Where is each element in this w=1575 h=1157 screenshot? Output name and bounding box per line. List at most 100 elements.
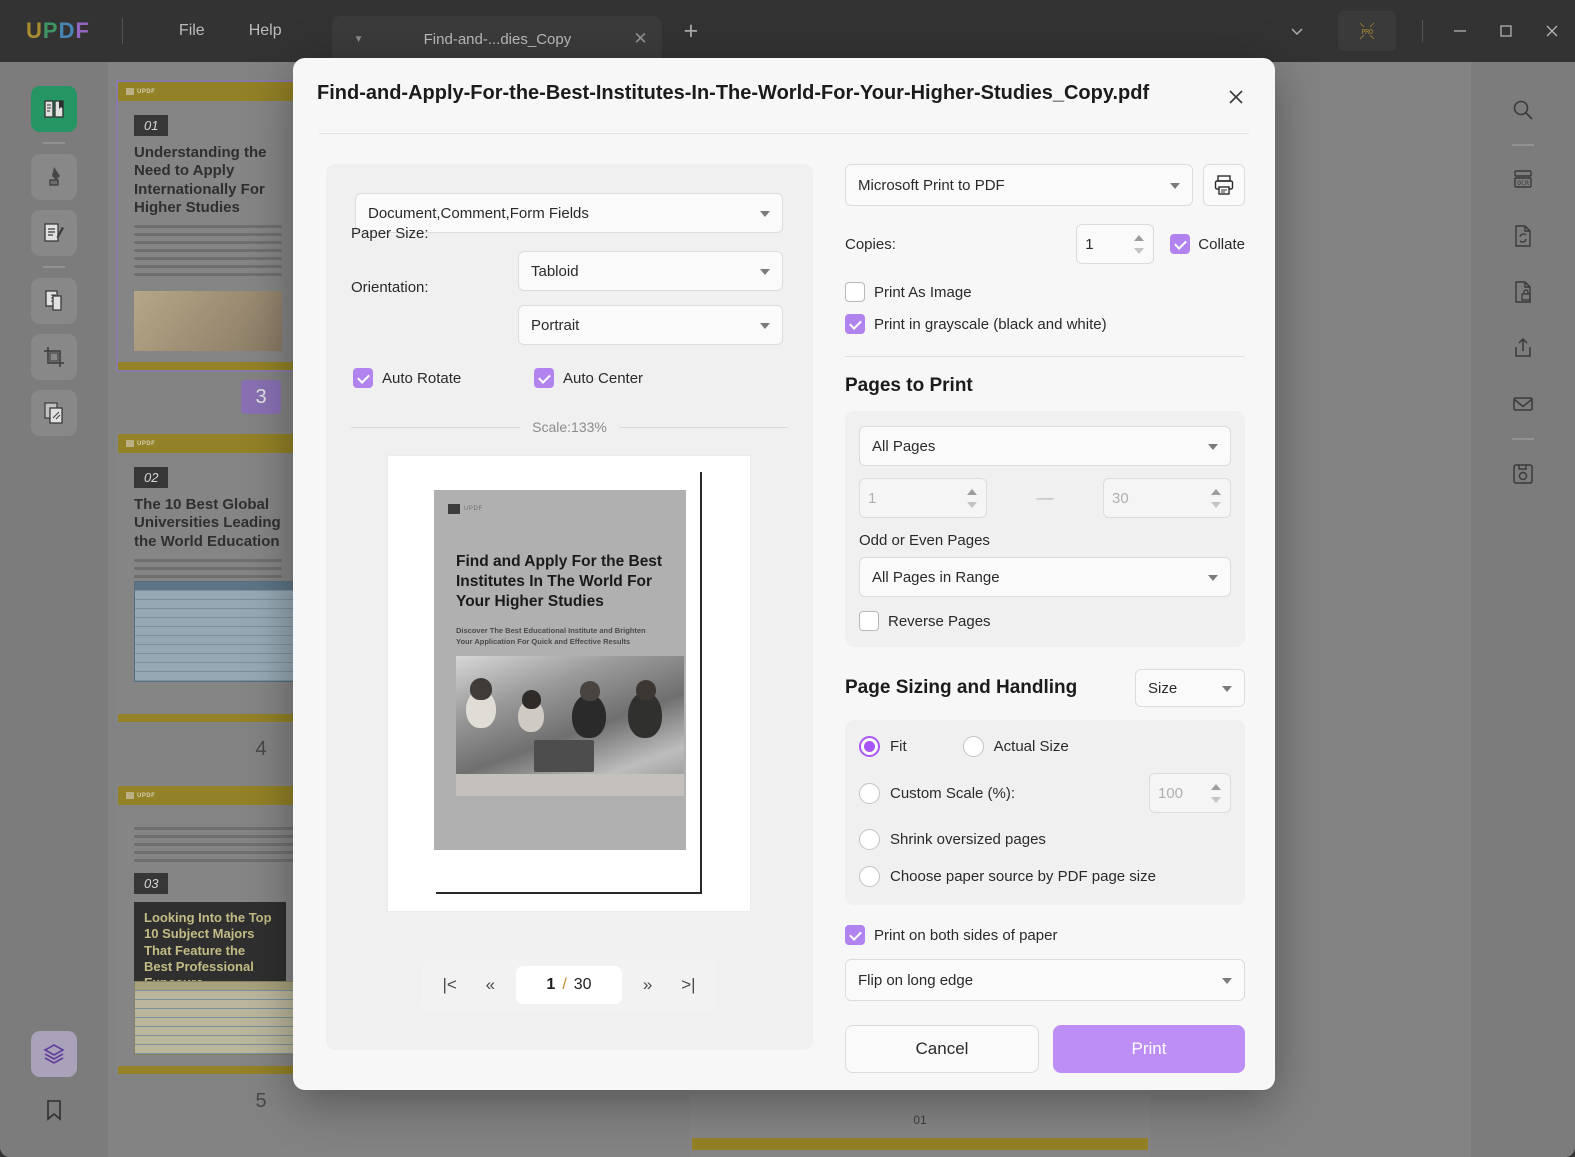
stepper-arrows[interactable] [1211, 479, 1221, 517]
custom-scale-label: Custom Scale (%): [890, 784, 1016, 802]
duplex-label: Print on both sides of paper [874, 926, 1058, 944]
custom-scale-value: 100 [1158, 784, 1184, 802]
printer-row: Microsoft Print to PDF [845, 164, 1245, 206]
pages-scope-select[interactable]: All Pages [859, 426, 1231, 466]
odd-even-label: Odd or Even Pages [859, 532, 990, 549]
checkbox-box [353, 368, 373, 388]
shrink-oversized-radio[interactable]: Shrink oversized pages [859, 829, 1231, 850]
range-to-value: 30 [1112, 489, 1129, 507]
duplex-mode-value: Flip on long edge [858, 971, 974, 989]
current-page-value: 1 [546, 976, 556, 993]
reverse-pages-label: Reverse Pages [888, 612, 991, 630]
fit-radio[interactable]: Fit [859, 736, 907, 757]
page-number-field[interactable]: 1 / 30 [516, 966, 622, 1004]
scale-text: Scale:133% [532, 419, 607, 435]
chevron-down-icon [1222, 978, 1232, 984]
page-sizing-title: Page Sizing and Handling [845, 677, 1078, 698]
orientation-select[interactable]: Portrait [518, 305, 783, 345]
page-sizing-header: Page Sizing and Handling Size [845, 669, 1245, 707]
checkbox-box [845, 925, 865, 945]
preview-subtitle: Discover The Best Educational Institute … [456, 626, 646, 647]
pages-to-print-box: All Pages 1 — 30 Odd or Even Pages All P… [845, 411, 1245, 647]
page-separator: / [562, 976, 567, 993]
chevron-down-icon [1170, 183, 1180, 189]
shrink-oversized-label: Shrink oversized pages [890, 831, 1046, 848]
range-from-value: 1 [868, 489, 877, 507]
orientation-value: Portrait [531, 316, 580, 334]
dialog-divider [319, 133, 1249, 134]
preview-photo [456, 656, 684, 796]
copies-stepper[interactable]: 1 [1076, 224, 1155, 264]
last-page-icon[interactable]: >| [673, 971, 703, 999]
odd-even-select[interactable]: All Pages in Range [859, 557, 1231, 597]
checkbox-box [534, 368, 554, 388]
print-settings-panel: Microsoft Print to PDF Copies: 1 Collate [845, 164, 1245, 1073]
auto-center-label: Auto Center [563, 369, 644, 387]
close-icon[interactable] [1221, 82, 1251, 112]
collate-label: Collate [1198, 235, 1245, 253]
range-to-stepper[interactable]: 30 [1103, 478, 1231, 518]
radio-circle [962, 736, 984, 757]
print-preview-panel: Document,Comment,Form Fields Paper Size:… [326, 164, 813, 1050]
cancel-button[interactable]: Cancel [845, 1025, 1039, 1073]
actual-size-radio[interactable]: Actual Size [962, 736, 1069, 757]
stepper-arrows[interactable] [1134, 225, 1145, 263]
checkbox-box [845, 282, 865, 302]
prev-page-icon[interactable]: « [478, 971, 503, 999]
stepper-arrows[interactable] [967, 479, 977, 517]
duplex-mode-select[interactable]: Flip on long edge [845, 959, 1245, 1001]
copies-row: Copies: 1 Collate [845, 224, 1245, 264]
custom-scale-row: Custom Scale (%): 100 [859, 773, 1231, 813]
radio-circle [859, 866, 880, 887]
dialog-buttons: Cancel Print [845, 1025, 1245, 1073]
grayscale-label: Print in grayscale (black and white) [874, 315, 1107, 333]
preview-pager: |< « 1 / 30 » >| [422, 959, 716, 1011]
sizing-mode-value: Size [1148, 679, 1178, 697]
settings-divider [845, 356, 1245, 357]
chevron-down-icon [760, 211, 770, 217]
custom-scale-radio[interactable]: Custom Scale (%): [859, 782, 1016, 804]
first-page-icon[interactable]: |< [434, 971, 464, 999]
chevron-down-icon [1208, 575, 1218, 581]
sizing-mode-select[interactable]: Size [1135, 669, 1245, 707]
total-pages-value: 30 [573, 976, 592, 993]
radio-circle [859, 782, 880, 804]
preview-page: UPDF Find and Apply For the Best Institu… [434, 472, 702, 894]
print-button[interactable]: Print [1053, 1025, 1245, 1073]
auto-rotate-label: Auto Rotate [382, 369, 462, 387]
orientation-label: Orientation: [351, 279, 429, 296]
paper-size-select[interactable]: Tabloid [518, 251, 783, 291]
chevron-down-icon [760, 269, 770, 275]
range-from-stepper[interactable]: 1 [859, 478, 987, 518]
radio-circle [859, 736, 880, 757]
choose-paper-source-label: Choose paper source by PDF page size [890, 868, 1156, 885]
fit-row: Fit Actual Size [859, 736, 1231, 757]
grayscale-checkbox[interactable]: Print in grayscale (black and white) [845, 314, 1245, 334]
content-select-value: Document,Comment,Form Fields [368, 204, 589, 222]
copies-value: 1 [1085, 235, 1094, 253]
checkbox-box [845, 314, 865, 334]
fit-label: Fit [890, 738, 907, 755]
reverse-pages-checkbox[interactable]: Reverse Pages [859, 611, 1231, 631]
print-dialog-title: Find-and-Apply-For-the-Best-Institutes-I… [317, 82, 1150, 104]
custom-scale-stepper[interactable]: 100 [1149, 773, 1231, 813]
preview-title: Find and Apply For the Best Institutes I… [456, 553, 663, 610]
page-range-row: 1 — 30 [859, 478, 1231, 518]
actual-size-label: Actual Size [993, 738, 1069, 755]
pages-scope-value: All Pages [872, 437, 936, 455]
checkbox-box [1170, 234, 1191, 254]
next-page-icon[interactable]: » [635, 971, 660, 999]
collate-checkbox[interactable]: Collate [1170, 234, 1245, 254]
choose-paper-source-radio[interactable]: Choose paper source by PDF page size [859, 866, 1231, 887]
scale-line-right [618, 426, 788, 428]
print-as-image-checkbox[interactable]: Print As Image [845, 282, 1245, 302]
duplex-checkbox[interactable]: Print on both sides of paper [845, 925, 1245, 945]
auto-rotate-checkbox[interactable]: Auto Rotate [353, 368, 461, 388]
print-as-image-label: Print As Image [874, 283, 972, 301]
paper-size-label: Paper Size: [351, 225, 429, 242]
auto-center-checkbox[interactable]: Auto Center [534, 368, 643, 388]
stepper-arrows[interactable] [1211, 774, 1221, 812]
printer-icon[interactable] [1203, 164, 1245, 206]
chevron-down-icon [760, 323, 770, 329]
printer-select[interactable]: Microsoft Print to PDF [845, 164, 1193, 206]
